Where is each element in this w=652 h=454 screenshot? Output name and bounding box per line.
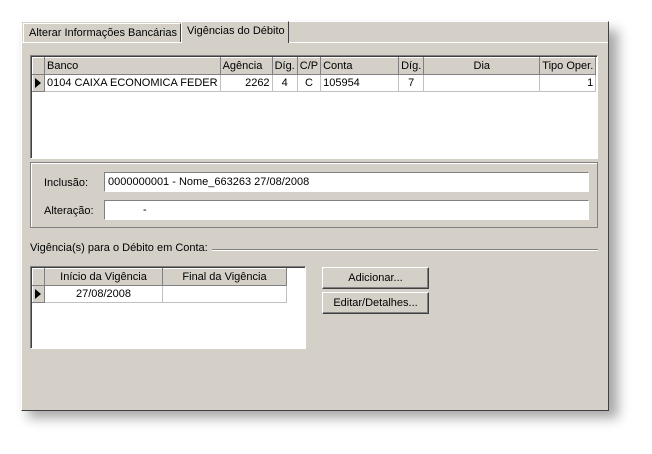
cell-inicio-vigencia[interactable]: 27/08/2008 [44,285,163,303]
col-header-agencia[interactable]: Agência [219,57,273,75]
col-header-dia[interactable]: Dia [423,57,541,75]
cell-cp[interactable]: C [297,74,322,92]
alteracao-field[interactable]: - [104,200,589,220]
table-row[interactable]: 0104 CAIXA ECONOMICA FEDER 2262 4 C 1059… [32,74,597,92]
inclusao-label: Inclusão: [44,177,89,189]
cell-dig-conta[interactable]: 7 [398,74,425,92]
cell-final-vigencia[interactable] [162,285,287,303]
col-header-final-vigencia[interactable]: Final da Vigência [162,268,287,286]
row-pointer-icon [35,78,41,88]
row-indicator [32,285,45,303]
adicionar-button[interactable]: Adicionar... [322,267,429,289]
cell-agencia[interactable]: 2262 [220,74,273,92]
editar-detalhes-button[interactable]: Editar/Detalhes... [322,292,429,314]
inclusao-field[interactable]: 0000000001 - Nome_663263 27/08/2008 [104,172,589,192]
table-row[interactable]: 27/08/2008 [32,285,287,303]
cell-tipo-oper[interactable]: 1 [539,74,597,92]
tab-vigencias-debito[interactable]: Vigências do Débito [181,21,289,43]
col-header-tipo-oper[interactable]: Tipo Oper. [539,57,597,75]
col-header-inicio-vigencia[interactable]: Início da Vigência [44,268,163,286]
vigencias-header-row: Início da Vigência Final da Vigência [32,268,287,286]
col-header-cp[interactable]: C/P [296,57,322,75]
vigencias-group-label: Vigência(s) para o Débito em Conta: [30,242,212,254]
col-header-dig[interactable]: Díg. [271,57,298,75]
bank-grid[interactable]: Banco Agência Díg. C/P Conta Díg. Dia Ti… [30,55,598,159]
row-indicator-header [32,57,45,75]
vigencias-grid[interactable]: Início da Vigência Final da Vigência 27/… [30,266,306,349]
bank-header-row: Banco Agência Díg. C/P Conta Díg. Dia Ti… [32,57,597,75]
vigencias-table: Início da Vigência Final da Vigência 27/… [32,268,287,303]
row-indicator [32,74,45,92]
alteracao-label: Alteração: [44,205,94,217]
col-header-dig-conta[interactable]: Díg. [398,57,425,75]
col-header-conta[interactable]: Conta [320,57,400,75]
tab-alterar-informacoes[interactable]: Alterar Informações Bancárias [23,23,181,42]
cell-dia[interactable] [423,74,541,92]
col-header-banco[interactable]: Banco [44,57,221,75]
row-pointer-icon [35,289,41,299]
bank-table: Banco Agência Díg. C/P Conta Díg. Dia Ti… [32,57,597,92]
cell-conta[interactable]: 105954 [320,74,400,92]
cell-banco[interactable]: 0104 CAIXA ECONOMICA FEDER [44,74,221,92]
row-indicator-header [32,268,45,286]
cell-dig[interactable]: 4 [272,74,298,92]
